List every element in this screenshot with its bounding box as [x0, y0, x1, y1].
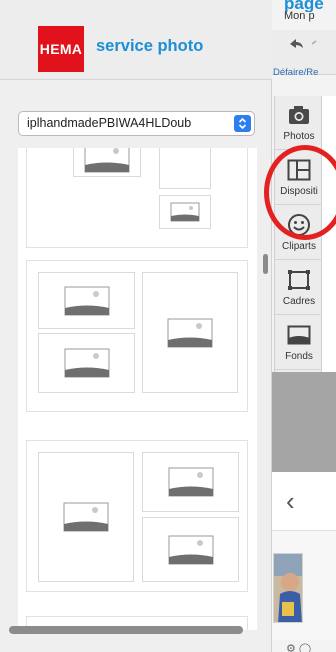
image-placeholder-icon: [64, 286, 109, 315]
photo-slot: [142, 452, 239, 512]
image-placeholder-icon: [168, 535, 213, 564]
background-icon: [275, 322, 323, 348]
undo-icon: [288, 38, 318, 55]
photo-slot: [73, 148, 141, 177]
select-value: iplhandmadePBIWA4HLDoub: [27, 116, 192, 130]
camera-icon: [275, 102, 323, 128]
image-placeholder-icon: [84, 148, 130, 173]
photo-thumbnail[interactable]: [273, 553, 303, 623]
layout-option-3[interactable]: [26, 440, 248, 592]
photo-slot: [38, 272, 135, 329]
image-placeholder-icon: [168, 467, 213, 497]
tool-label: Photos: [283, 131, 315, 142]
photo-slot: [159, 148, 211, 189]
highlight-annotation-circle: [264, 145, 336, 240]
layout-list[interactable]: [18, 148, 257, 630]
logo-text: HEMA: [39, 41, 83, 57]
image-placeholder-icon: [63, 502, 109, 532]
tool-label: Fonds: [285, 351, 313, 362]
workspace-background: [272, 372, 336, 472]
layout-option-1[interactable]: [26, 148, 248, 248]
image-placeholder-icon: [170, 202, 200, 222]
tool-photos[interactable]: Photos: [275, 96, 323, 150]
brand-title: service photo: [96, 37, 204, 55]
layout-option-2[interactable]: [26, 260, 248, 412]
undo-label: Défaire/Re: [273, 67, 319, 78]
photo-slot: [38, 452, 134, 582]
image-placeholder-icon: [167, 318, 213, 347]
photo-slot: [142, 272, 238, 393]
undo-redo-button[interactable]: Défaire/Re: [272, 30, 336, 78]
hema-logo[interactable]: HEMA: [38, 26, 84, 72]
chevron-left-icon[interactable]: ‹: [286, 486, 295, 517]
select-arrows-icon[interactable]: [234, 115, 251, 132]
tool-label: Cliparts: [282, 241, 316, 252]
layout-panel: HEMA service photo iplhandmadePBIWA4HLDo…: [0, 0, 272, 652]
photo-gallery-strip: [272, 530, 336, 640]
app-window: HEMA service photo iplhandmadePBIWA4HLDo…: [0, 0, 336, 652]
frame-icon: [275, 267, 323, 293]
horizontal-scrollbar[interactable]: [9, 626, 243, 634]
photo-slot: [159, 195, 211, 229]
tool-cadres[interactable]: Cadres: [275, 261, 323, 315]
vertical-scroll-thumb[interactable]: [263, 254, 268, 274]
editor-panel: page Mon p Défaire/Re Photos Dispositi C…: [272, 0, 336, 652]
settings-icon[interactable]: ⚙ ◯: [286, 642, 326, 652]
layout-category-select[interactable]: iplhandmadePBIWA4HLDoub: [18, 111, 255, 136]
photo-slot: [38, 333, 135, 393]
photo-slot: [142, 517, 239, 582]
image-placeholder-icon: [64, 348, 109, 378]
project-name[interactable]: Mon p: [284, 10, 315, 22]
brand-header: HEMA service photo: [0, 0, 272, 80]
tool-label: Cadres: [282, 296, 316, 307]
tool-fonds[interactable]: Fonds: [275, 316, 323, 370]
